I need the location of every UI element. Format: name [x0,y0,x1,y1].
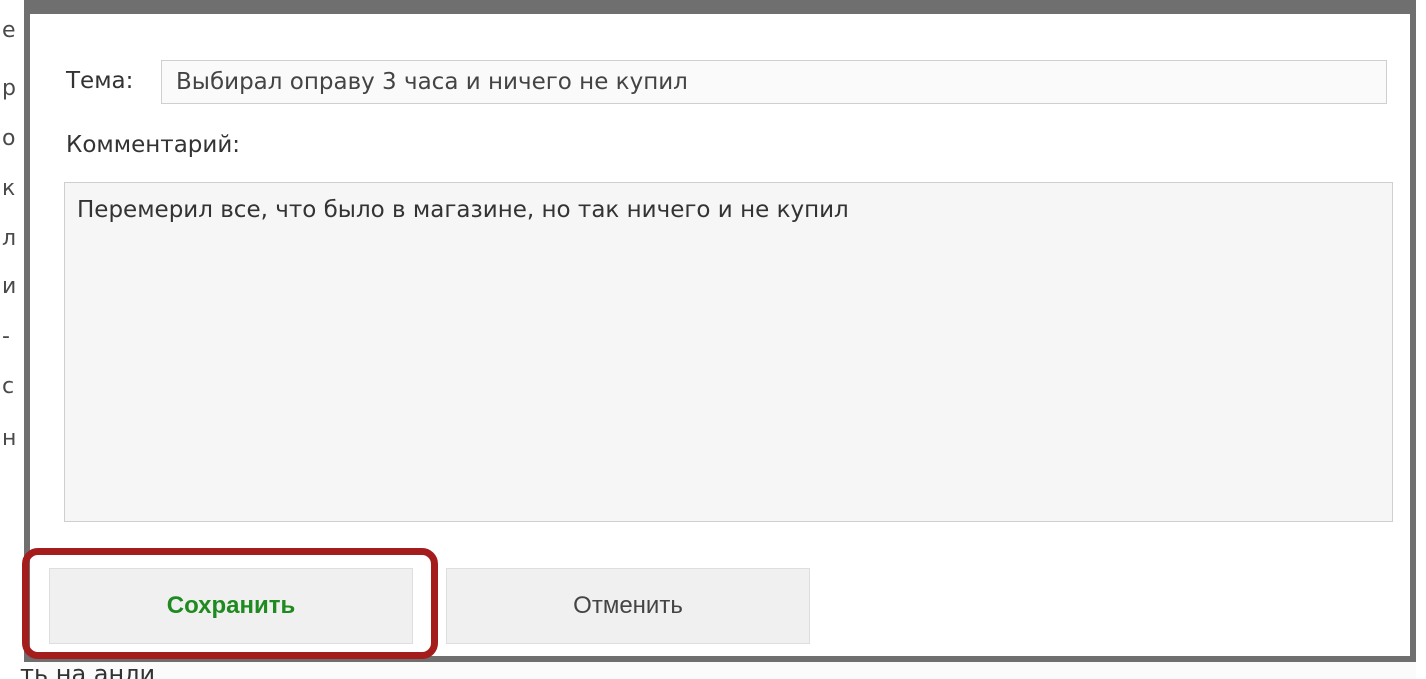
subject-input[interactable] [161,60,1387,104]
background-glyph: л [2,226,17,251]
comment-label: Комментарий: [66,132,241,158]
background-glyph: и [2,274,17,299]
background-glyph: - [2,324,10,349]
save-button[interactable]: Сохранить [49,568,413,644]
background-right-edge [1416,0,1426,679]
subject-label: Тема: [66,68,134,94]
edit-dialog: Тема: Комментарий: Перемерил все, что бы… [24,0,1416,662]
background-glyph: н [2,426,17,451]
background-glyph: о [2,126,16,151]
background-bottom-text: ть на анли [20,660,156,679]
comment-textarea[interactable]: Перемерил все, что было в магазине, но т… [64,182,1393,522]
background-glyph: е [2,18,16,43]
cancel-button[interactable]: Отменить [446,568,810,644]
page: е р о к л и - с н ть на анли Тема: Комме… [0,0,1426,679]
background-glyph: с [2,374,15,399]
background-glyph: к [2,176,16,201]
background-glyph: р [2,76,16,101]
